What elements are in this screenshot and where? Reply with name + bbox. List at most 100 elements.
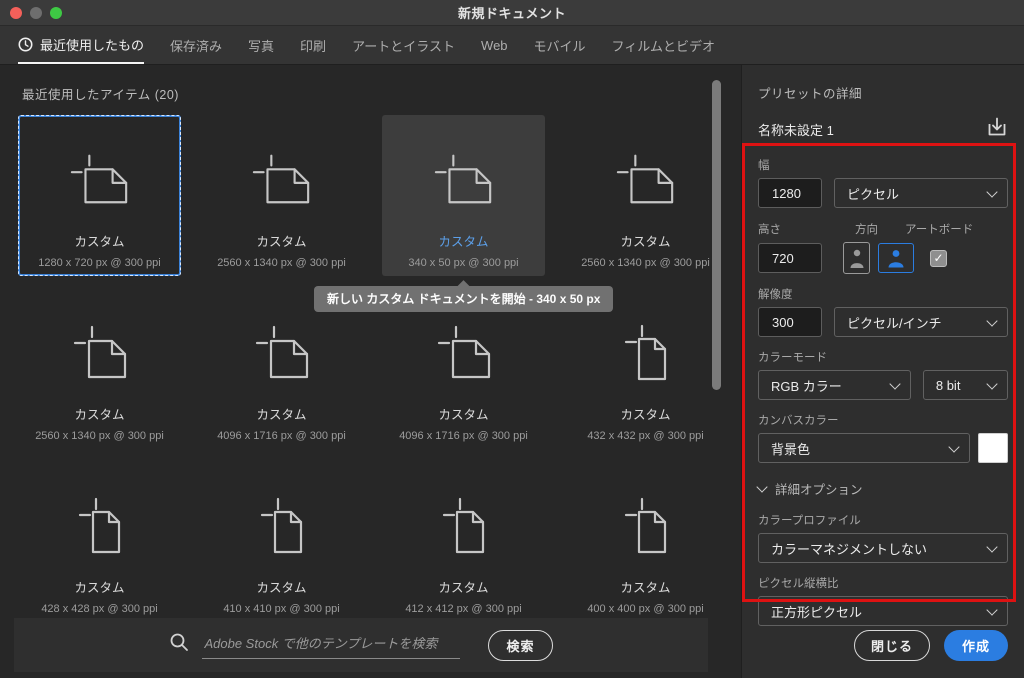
dialog-footer: 閉じる 作成 [854, 630, 1008, 661]
width-input[interactable] [758, 178, 822, 208]
color-mode-select[interactable]: RGB カラー [758, 370, 911, 400]
recent-item[interactable]: カスタム 4096 x 1716 px @ 300 ppi [382, 288, 545, 449]
recent-item-title: カスタム [74, 577, 124, 596]
orientation-landscape-button[interactable] [878, 243, 914, 273]
pixel-aspect-value: 正方形ピクセル [771, 602, 862, 621]
recent-item-size: 410 x 410 px @ 300 ppi [223, 603, 339, 615]
chevron-down-icon [986, 604, 997, 615]
pixel-aspect-select[interactable]: 正方形ピクセル [758, 596, 1008, 626]
width-label: 幅 [758, 157, 1008, 173]
tooltip: 新しい カスタム ドキュメントを開始 - 340 x 50 px [314, 286, 613, 312]
tab-mobile[interactable]: モバイル [534, 26, 586, 64]
color-profile-value: カラーマネジメントしない [771, 539, 927, 558]
recent-item-title: カスタム [74, 231, 124, 250]
document-icon [441, 475, 487, 575]
recent-item-title: カスタム [438, 577, 488, 596]
advanced-options-label: 詳細オプション [775, 479, 863, 498]
height-input[interactable] [758, 243, 822, 273]
clock-icon [18, 37, 33, 52]
recent-item[interactable]: カスタム 4096 x 1716 px @ 300 ppi [200, 288, 363, 449]
recent-item[interactable]: カスタム 400 x 400 px @ 300 ppi [564, 461, 727, 622]
recent-item-title: カスタム [438, 404, 488, 423]
recent-grid: カスタム 1280 x 720 px @ 300 ppi カスタム 2560 x… [18, 115, 727, 622]
tab-recent[interactable]: 最近使用したもの [18, 26, 144, 64]
search-button[interactable]: 検索 [488, 630, 552, 661]
recent-item[interactable]: カスタム 1280 x 720 px @ 300 ppi [18, 115, 181, 276]
width-unit-select[interactable]: ピクセル [834, 178, 1008, 208]
recent-item-size: 428 x 428 px @ 300 ppi [41, 603, 157, 615]
stock-search-input[interactable] [202, 632, 460, 659]
canvas-color-swatch[interactable] [978, 433, 1008, 463]
pixel-aspect-label: ピクセル縦横比 [758, 575, 1008, 591]
document-icon [259, 475, 305, 575]
recent-item-title: カスタム [256, 404, 306, 423]
document-icon [72, 302, 128, 402]
tab-photo[interactable]: 写真 [248, 26, 274, 64]
bit-depth-select[interactable]: 8 bit [923, 370, 1008, 400]
recent-item-title: カスタム [620, 404, 670, 423]
artboard-checkbox[interactable]: ✓ [930, 250, 947, 267]
portrait-person-icon [849, 247, 865, 269]
tab-print[interactable]: 印刷 [300, 26, 326, 64]
advanced-options-toggle[interactable]: 詳細オプション [758, 479, 1008, 498]
tab-art-illustration[interactable]: アートとイラスト [352, 26, 455, 64]
orientation-portrait-button[interactable] [843, 242, 870, 274]
preset-details-header: プリセットの詳細 [758, 83, 1008, 102]
recent-item-title: カスタム [620, 577, 670, 596]
canvas-color-select[interactable]: 背景色 [758, 433, 970, 463]
chevron-down-icon [986, 378, 997, 389]
width-unit-value: ピクセル [847, 184, 899, 203]
recent-item[interactable]: カスタム 340 x 50 px @ 300 ppi [382, 115, 545, 276]
document-icon [436, 302, 492, 402]
resolution-label: 解像度 [758, 286, 1008, 302]
recent-item[interactable]: カスタム 412 x 412 px @ 300 ppi [382, 461, 545, 622]
vertical-scrollbar[interactable] [712, 80, 721, 390]
recent-item-title: カスタム [256, 231, 306, 250]
tab-label: フィルムとビデオ [612, 36, 715, 55]
recent-item[interactable]: カスタム 2560 x 1340 px @ 300 ppi [200, 115, 363, 276]
recent-item-size: 2560 x 1340 px @ 300 ppi [217, 257, 346, 269]
recent-item[interactable]: カスタム 410 x 410 px @ 300 ppi [200, 461, 363, 622]
save-preset-icon[interactable] [986, 116, 1008, 143]
template-search-bar: 検索 [14, 618, 708, 672]
bit-depth-value: 8 bit [936, 378, 961, 393]
recent-item[interactable]: カスタム 432 x 432 px @ 300 ppi [564, 288, 727, 449]
recent-item-title: カスタム [620, 231, 670, 250]
preset-details-panel: プリセットの詳細 名称未設定 1 幅 ピクセル 高さ 方向 アートボード [741, 65, 1024, 678]
color-mode-label: カラーモード [758, 349, 1008, 365]
create-button[interactable]: 作成 [944, 630, 1008, 661]
window-title: 新規ドキュメント [0, 3, 1024, 22]
recent-item[interactable]: カスタム 2560 x 1340 px @ 300 ppi [18, 288, 181, 449]
recent-items-header: 最近使用したアイテム (20) [22, 84, 179, 103]
recent-item[interactable]: カスタム 428 x 428 px @ 300 ppi [18, 461, 181, 622]
color-profile-select[interactable]: カラーマネジメントしない [758, 533, 1008, 563]
tab-label: 印刷 [300, 36, 326, 55]
canvas-color-label: カンバスカラー [758, 412, 1008, 428]
tab-saved[interactable]: 保存済み [170, 26, 222, 64]
tab-label: 写真 [248, 36, 274, 55]
resolution-unit-value: ピクセル/インチ [847, 313, 942, 332]
recent-item-title: カスタム [74, 404, 124, 423]
chevron-down-icon [756, 481, 767, 492]
tab-label: モバイル [534, 36, 586, 55]
recent-items-area: 最近使用したアイテム (20) カスタム 1280 x 720 px @ 300… [0, 65, 741, 678]
recent-item[interactable]: カスタム 2560 x 1340 px @ 300 ppi [564, 115, 727, 276]
tab-web[interactable]: Web [481, 26, 508, 64]
resolution-unit-select[interactable]: ピクセル/インチ [834, 307, 1008, 337]
tab-film-video[interactable]: フィルムとビデオ [612, 26, 715, 64]
tab-label: 保存済み [170, 36, 222, 55]
document-name[interactable]: 名称未設定 1 [758, 120, 834, 139]
chevron-down-icon [986, 186, 997, 197]
color-profile-label: カラープロファイル [758, 512, 1008, 528]
height-label: 高さ [758, 221, 855, 237]
chevron-down-icon [948, 441, 959, 452]
close-button[interactable]: 閉じる [854, 630, 930, 661]
tab-bar: 最近使用したもの 保存済み 写真 印刷 アートとイラスト Web モバイル フィ… [0, 26, 1024, 65]
recent-item-size: 1280 x 720 px @ 300 ppi [38, 257, 160, 269]
new-document-dialog: 新規ドキュメント 最近使用したもの 保存済み 写真 印刷 アートとイラスト We… [0, 0, 1024, 678]
document-icon [433, 129, 495, 229]
recent-item-size: 340 x 50 px @ 300 ppi [408, 257, 518, 269]
chevron-down-icon [889, 378, 900, 389]
resolution-input[interactable] [758, 307, 822, 337]
orientation-label: 方向 [855, 221, 905, 237]
